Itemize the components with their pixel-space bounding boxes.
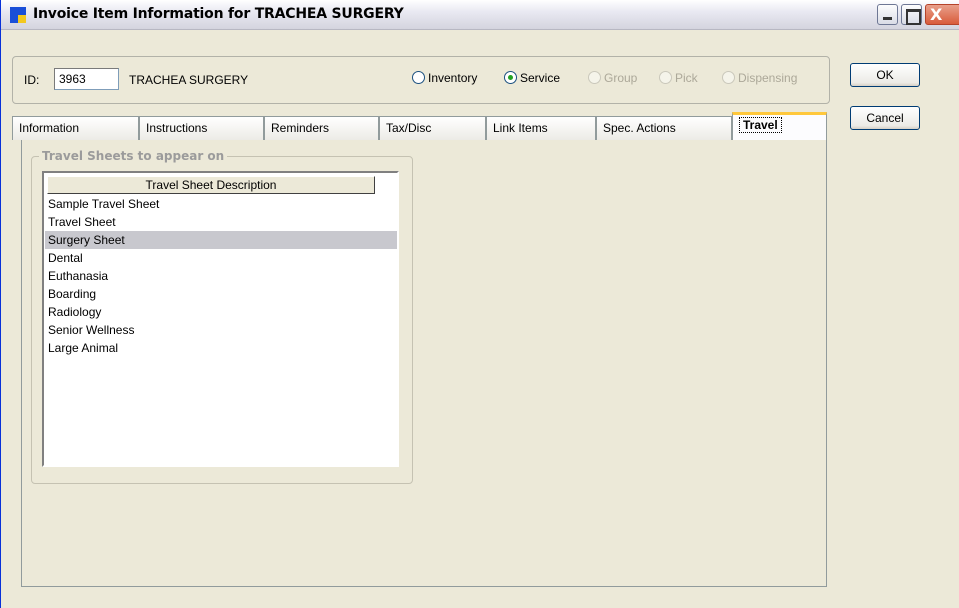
radio-circle-icon — [722, 71, 735, 84]
tab-travel[interactable]: Travel — [732, 112, 827, 140]
radio-label: Dispensing — [738, 71, 798, 85]
item-name: TRACHEA SURGERY — [129, 73, 249, 87]
travel-sheets-group-title: Travel Sheets to appear on — [39, 149, 228, 163]
window-title: Invoice Item Information for TRACHEA SUR… — [33, 6, 404, 22]
app-icon — [10, 7, 26, 23]
close-icon: X — [930, 5, 943, 24]
tab-label: Spec. Actions — [603, 121, 676, 135]
list-item[interactable]: Surgery Sheet — [45, 231, 397, 249]
radio-label: Pick — [675, 71, 698, 85]
tab-link-items[interactable]: Link Items — [486, 116, 596, 140]
radio-circle-icon — [412, 71, 425, 84]
title-bar[interactable]: Invoice Item Information for TRACHEA SUR… — [1, 0, 959, 30]
radio-checked-icon — [504, 71, 517, 84]
list-item[interactable]: Sample Travel Sheet — [45, 195, 397, 213]
radio-label: Inventory — [428, 71, 478, 85]
radio-circle-icon — [588, 71, 601, 84]
list-item[interactable]: Dental — [45, 249, 397, 267]
ok-button[interactable]: OK — [850, 63, 920, 87]
minimize-button[interactable] — [877, 4, 898, 25]
column-header-travel-sheet-description[interactable]: Travel Sheet Description — [47, 176, 375, 194]
tab-label: Instructions — [146, 121, 208, 135]
radio-dispensing[interactable]: Dispensing — [722, 71, 797, 85]
radio-inventory[interactable]: Inventory — [412, 71, 477, 85]
id-label: ID: — [24, 73, 40, 87]
tab-reminders[interactable]: Reminders — [264, 116, 379, 140]
tab-label: Link Items — [493, 121, 548, 135]
radio-group[interactable]: Group — [588, 71, 637, 85]
travel-sheets-list[interactable]: Travel Sheet Description Sample Travel S… — [42, 171, 399, 467]
tab-label: Information — [19, 121, 80, 135]
tab-label: Tax/Disc — [386, 121, 432, 135]
tab-label: Travel — [739, 117, 782, 133]
list-item[interactable]: Senior Wellness — [45, 321, 397, 339]
list-item[interactable]: Euthanasia — [45, 267, 397, 285]
radio-service[interactable]: Service — [504, 71, 560, 85]
close-button[interactable]: X — [925, 4, 959, 25]
list-item[interactable]: Radiology — [45, 303, 397, 321]
id-field[interactable]: 3963 — [54, 68, 119, 90]
radio-circle-icon — [659, 71, 672, 84]
tab-information[interactable]: Information — [12, 116, 139, 140]
invoice-item-window: Invoice Item Information for TRACHEA SUR… — [0, 0, 959, 608]
tab-spec-actions[interactable]: Spec. Actions — [596, 116, 732, 140]
list-item[interactable]: Travel Sheet — [45, 213, 397, 231]
radio-label: Group — [604, 71, 638, 85]
tab-instructions[interactable]: Instructions — [139, 116, 264, 140]
radio-pick[interactable]: Pick — [659, 71, 698, 85]
tab-label: Reminders — [271, 121, 330, 135]
travel-sheets-items: Sample Travel Sheet Travel Sheet Surgery… — [45, 195, 397, 357]
tab-tax-disc[interactable]: Tax/Disc — [379, 116, 486, 140]
maximize-button[interactable] — [901, 4, 922, 25]
list-item[interactable]: Boarding — [45, 285, 397, 303]
list-item[interactable]: Large Animal — [45, 339, 397, 357]
cancel-button[interactable]: Cancel — [850, 106, 920, 130]
radio-label: Service — [520, 71, 561, 85]
